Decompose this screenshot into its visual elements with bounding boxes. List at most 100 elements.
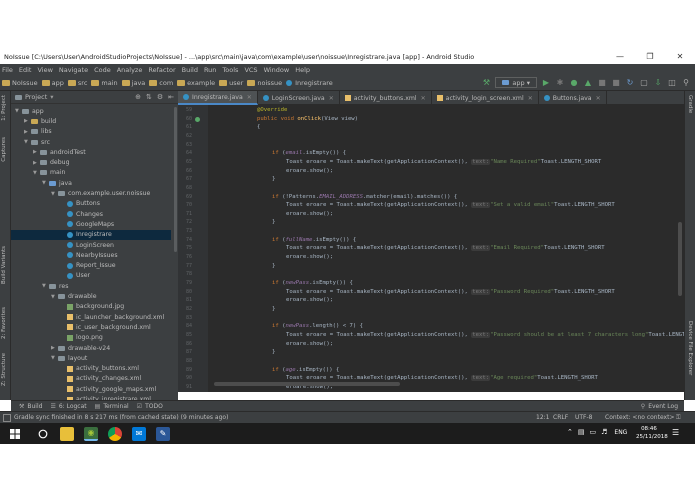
tree-item-changes[interactable]: Changes [11,209,103,219]
line-separator[interactable]: CRLF [553,414,568,421]
menu-item-navigate[interactable]: Navigate [59,66,88,74]
breadcrumb-item[interactable]: com [149,79,173,87]
tree-item-res[interactable]: ▼ res [11,281,68,291]
breadcrumb-item[interactable]: java [121,79,145,87]
attach-debugger-icon[interactable]: ■ [597,78,607,88]
tab-loginscreen-java[interactable]: LoginScreen.java ✕ [258,91,340,105]
breadcrumb-item[interactable]: Inregistrare [286,79,333,87]
chevron-down-icon[interactable]: ▼ [24,139,31,145]
build-hammer-icon[interactable]: ⚒ [481,78,491,88]
close-icon[interactable]: ✕ [421,95,426,102]
chevron-down-icon[interactable]: ▼ [42,180,49,186]
tree-item-activity-google-maps-xml[interactable]: activity_google_maps.xml [11,384,156,394]
tree-item-debug[interactable]: ▶ debug [11,158,70,168]
sync-icon[interactable]: ↻ [625,78,635,88]
tool-tab-gradle[interactable]: Gradle [687,95,693,113]
tree-item-src[interactable]: ▼ src [11,137,50,147]
bottom-tab-terminal[interactable]: ▤ Terminal [95,403,129,410]
breadcrumb-item[interactable]: user [219,79,243,87]
editor-hscrollbar[interactable] [214,382,400,386]
tab-activity-login-screen-xml[interactable]: activity_login_screen.xml ✕ [432,91,539,105]
project-panel-title[interactable]: Project [25,93,47,101]
chevron-down-icon[interactable]: ▾ [50,93,53,101]
maximize-icon[interactable]: ❐ [635,49,665,64]
bottom-tab-todo[interactable]: ☑ TODO [137,403,163,410]
tool-tab-device-file-explorer[interactable]: Device File Explorer [687,321,693,375]
tree-item-layout[interactable]: ▼ layout [11,353,87,363]
chrome-icon[interactable] [108,426,122,441]
code-editor[interactable]: @Override public void onClick(View view) {… [208,105,684,392]
bottom-tab-build[interactable]: ⚒ Build [19,403,42,410]
tree-item-drawable[interactable]: ▼ drawable [11,291,97,301]
tab-inregistrare-java[interactable]: Inregistrare.java ✕ [178,91,258,105]
run-icon[interactable]: ▶ [541,78,551,88]
close-icon[interactable]: ✕ [528,95,533,102]
close-icon[interactable]: ✕ [329,95,334,102]
tree-item-build[interactable]: ▶ build [11,116,56,126]
menu-item-window[interactable]: Window [264,66,290,74]
tree-item-user[interactable]: User [11,271,90,281]
menu-item-tools[interactable]: Tools [222,66,238,74]
tree-item-background-jpg[interactable]: background.jpg [11,302,124,312]
menu-item-file[interactable]: File [2,66,13,74]
tool-tab-z-structure[interactable]: Z: Structure [1,353,7,386]
breadcrumb-item[interactable]: NoIssue [2,79,38,87]
close-icon[interactable]: ✕ [596,95,601,102]
project-scrollbar[interactable] [174,107,177,252]
hide-icon[interactable]: ⇤ [168,93,174,101]
breadcrumb-item[interactable]: noissue [247,79,282,87]
event-log-tab[interactable]: ⚲ Event Log [641,403,678,410]
gear-icon[interactable]: ⚙ [157,93,163,101]
tool-tab-2-favorites[interactable]: 2: Favorites [1,307,7,339]
tree-item-androidtest[interactable]: ▶ androidTest [11,147,86,157]
breadcrumb-item[interactable]: main [91,79,118,87]
layout-inspector-icon[interactable]: ◫ [667,78,677,88]
tree-item-buttons[interactable]: Buttons [11,199,100,209]
menu-item-refactor[interactable]: Refactor [148,66,175,74]
chevron-up-icon[interactable]: ⌃ [567,428,573,436]
tree-item-inregistrare[interactable]: Inregistrare [11,229,171,240]
notes-app-icon[interactable]: ✎ [156,426,170,441]
search-circle-icon[interactable] [36,427,50,441]
collapse-icon[interactable]: ⇅ [146,93,152,101]
profile-icon[interactable]: ▲ [583,78,593,88]
chevron-down-icon[interactable]: ▼ [15,108,22,114]
close-icon[interactable]: ✕ [247,94,252,101]
chevron-down-icon[interactable]: ▼ [51,191,58,197]
language-indicator[interactable]: ENG [614,429,627,436]
chevron-down-icon[interactable]: ▼ [51,355,58,361]
breadcrumb-item[interactable]: example [177,79,215,87]
tree-item-ic-user-background-xml[interactable]: ic_user_background.xml [11,322,151,332]
run-config-select[interactable]: app ▾ [495,77,537,88]
chevron-down-icon[interactable]: ▼ [51,294,58,300]
lock-icon[interactable]: ⚿ [676,414,681,422]
locate-icon[interactable]: ⊕ [135,93,141,101]
avd-manager-icon[interactable]: ▢ [639,78,649,88]
tree-item-java[interactable]: ▼ java [11,178,72,188]
tree-item-activity-changes-xml[interactable]: activity_changes.xml [11,374,141,384]
file-explorer-icon[interactable] [60,426,74,441]
tool-window-toggle-icon[interactable] [3,413,11,422]
volume-icon[interactable]: ♬ [601,428,607,436]
tree-item-ic-launcher-background-xml[interactable]: ic_launcher_background.xml [11,312,164,322]
chevron-down-icon[interactable]: ▼ [42,283,49,289]
windows-start-icon[interactable] [8,427,22,441]
context-indicator[interactable]: Context: <no context> [605,414,674,421]
tree-item-com-example-user-noissue[interactable]: ▼ com.example.user.noissue [11,188,150,198]
menu-item-vcs[interactable]: VCS [244,66,257,74]
menu-item-code[interactable]: Code [94,66,111,74]
override-marker-icon[interactable] [195,117,200,122]
chevron-right-icon[interactable]: ▶ [24,129,31,135]
chevron-right-icon[interactable]: ▶ [24,118,31,124]
tool-tab-captures[interactable]: Captures [1,137,7,162]
chevron-right-icon[interactable]: ▶ [33,149,40,155]
minimize-icon[interactable]: — [605,49,635,64]
chevron-down-icon[interactable]: ▼ [33,170,40,176]
tree-item-activity-buttons-xml[interactable]: activity_buttons.xml [11,364,139,374]
tree-item-libs[interactable]: ▶ libs [11,127,52,137]
stop-icon[interactable]: ■ [611,78,621,88]
chevron-right-icon[interactable]: ▶ [51,345,58,351]
tree-item-googlemaps[interactable]: GoogleMaps [11,219,114,229]
menu-item-run[interactable]: Run [204,66,216,74]
network-icon[interactable]: ▤ [578,428,585,436]
